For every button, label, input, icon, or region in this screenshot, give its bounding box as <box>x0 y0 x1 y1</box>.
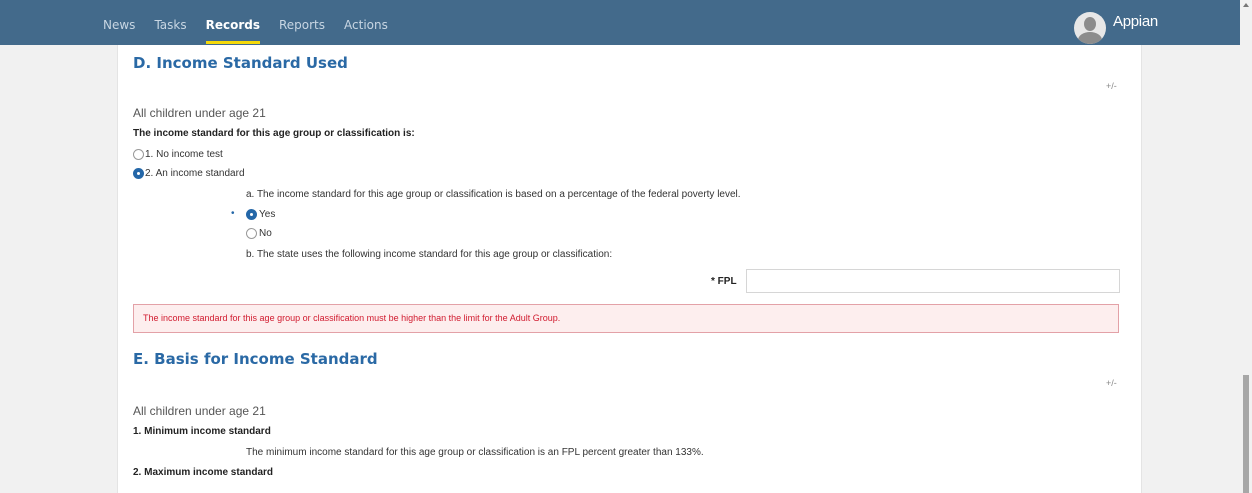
required-marker: • <box>231 208 235 219</box>
fpl-label: * FPL <box>711 276 737 287</box>
scroll-thumb[interactable] <box>1243 375 1249 493</box>
top-navigation-bar: News Tasks Records Reports Actions Appia… <box>0 0 1240 45</box>
scroll-up-arrow-icon[interactable] <box>1243 3 1249 7</box>
section-d-title: D. Income Standard Used <box>133 54 348 72</box>
page-scrollbar[interactable] <box>1240 0 1252 493</box>
nav-tasks[interactable]: Tasks <box>154 0 186 45</box>
section-d-group-label: All children under age 21 <box>133 106 266 120</box>
fpl-percentage-question: a. The income standard for this age grou… <box>246 189 741 200</box>
user-avatar-icon[interactable] <box>1074 12 1106 44</box>
radio-fpl-no[interactable] <box>246 228 257 239</box>
minimum-income-standard-label: 1. Minimum income standard <box>133 426 271 437</box>
nav-records[interactable]: Records <box>205 0 261 45</box>
fpl-input[interactable] <box>746 269 1120 293</box>
section-e-toggle[interactable]: +/- <box>1106 378 1117 388</box>
avatar-head <box>1084 17 1096 31</box>
income-standard-question: The income standard for this age group o… <box>133 128 415 139</box>
radio-no-income-test[interactable] <box>133 149 144 160</box>
option-no-income-test-label: 1. No income test <box>145 149 223 160</box>
radio-income-standard[interactable] <box>133 168 144 179</box>
validation-error-message: The income standard for this age group o… <box>143 313 561 323</box>
section-e-group-label: All children under age 21 <box>133 404 266 418</box>
income-standard-used-text: b. The state uses the following income s… <box>246 249 613 260</box>
maximum-income-standard-label: 2. Maximum income standard <box>133 467 274 478</box>
nav-news[interactable]: News <box>103 0 135 45</box>
minimum-income-standard-text: The minimum income standard for this age… <box>246 447 704 458</box>
nav-actions[interactable]: Actions <box>344 0 388 45</box>
section-d-toggle[interactable]: +/- <box>1106 81 1117 91</box>
radio-fpl-yes[interactable] <box>246 209 257 220</box>
nav-reports[interactable]: Reports <box>279 0 325 45</box>
option-yes-label: Yes <box>259 209 276 220</box>
option-income-standard-label: 2. An income standard <box>145 168 245 179</box>
brand-logo[interactable]: Appian <box>1113 13 1158 30</box>
form-panel: D. Income Standard Used +/- All children… <box>117 45 1142 493</box>
validation-error-box: The income standard for this age group o… <box>133 304 1119 333</box>
option-no-label: No <box>259 228 272 239</box>
main-nav: News Tasks Records Reports Actions <box>103 0 407 45</box>
avatar-shoulders <box>1078 32 1102 44</box>
section-e-title: E. Basis for Income Standard <box>133 350 378 368</box>
